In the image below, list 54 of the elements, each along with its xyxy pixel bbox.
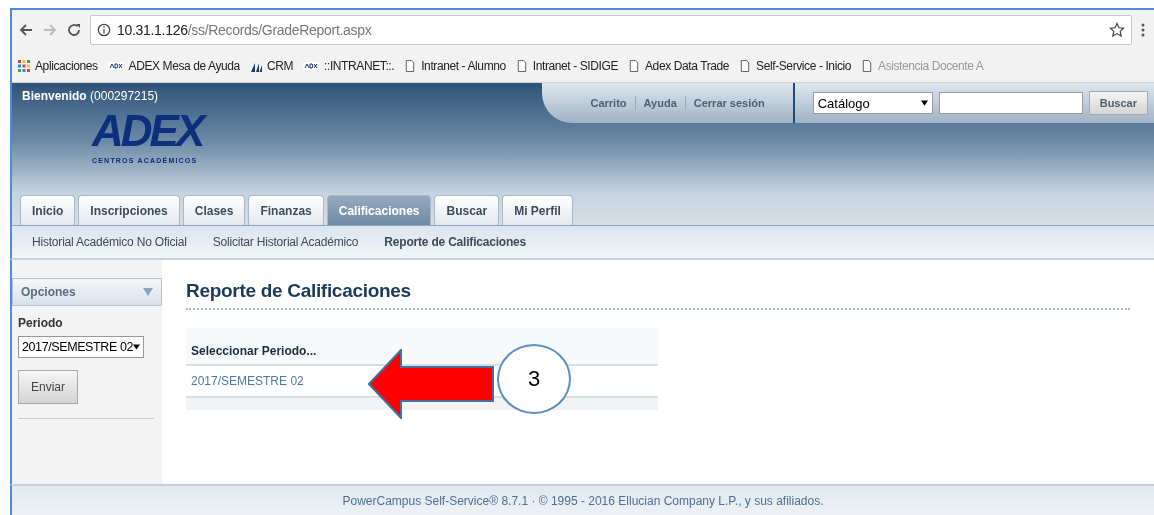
welcome-label: Bienvenido [22,89,87,103]
search-button[interactable]: Buscar [1088,91,1148,115]
reload-icon[interactable] [66,22,82,38]
page-icon [515,60,528,72]
subnav-link[interactable]: Historial Académico No Oficial [32,235,187,249]
subnav-link[interactable]: Solicitar Historial Académico [212,235,359,249]
bookmark-item[interactable]: ADEX Mesa de Ayuda [107,59,240,73]
period-label: Periodo [18,316,63,330]
logo-text: ADEX [92,105,209,157]
header-link[interactable]: Cerrar sesión [685,97,773,109]
nav-tab[interactable]: Buscar [434,195,500,225]
footer-text: PowerCampus Self-Service® 8.7.1 · © 1995 - 2016 Ellucian Company L.P., y sus afiliados. [342,494,824,508]
nav-tab[interactable]: Mi Perfil [502,195,573,225]
page-icon [861,60,874,72]
logo-icon [107,62,124,70]
bookmark-item[interactable]: ::INTRANET::. [303,59,395,73]
page-icon [739,60,752,72]
nav-tab[interactable]: Inicio [20,195,76,225]
address-bar[interactable]: 10.31.1.126/ss/Records/GradeReport.aspx [90,15,1132,45]
dropdown-caret-icon [133,344,140,350]
page-icon [404,60,417,72]
user-id: (000297215) [90,89,159,103]
grid-icon [18,60,30,72]
back-icon[interactable] [18,22,34,38]
header-link[interactable]: Carrito [582,97,635,109]
bookmark-item[interactable]: CRM [249,59,294,73]
bookmark-item[interactable]: Self-Service - Inicio [739,59,852,73]
nav-tab[interactable]: Inscripciones [78,195,180,225]
scope-dropdown[interactable]: Catálogo [812,92,933,114]
header-link[interactable]: Ayuda [635,97,685,109]
period-dropdown[interactable]: 2017/SEMESTRE 02 [18,336,144,358]
url-path: /ss/Records/GradeReport.aspx [187,22,373,38]
page-icon [628,60,640,72]
submit-button[interactable]: Enviar [18,370,78,404]
bookmark-item[interactable]: Intranet - Alumno [404,59,506,73]
info-icon [97,23,111,37]
collapse-caret-icon [143,288,153,296]
period-link[interactable]: 2017/SEMESTRE 02 [191,374,304,388]
subnav-link[interactable]: Reporte de Calificaciones [384,235,527,249]
nav-tab[interactable]: Clases [182,195,246,225]
url-host: 10.31.1.126 [117,22,188,38]
callout-circle: 3 [497,344,571,414]
bookmark-item[interactable]: Intranet - SIDIGE [515,59,618,73]
logo-icon [303,62,320,70]
star-icon[interactable] [1109,22,1125,38]
search-field[interactable] [938,92,1083,114]
table-header: Seleccionar Periodo... [191,344,317,358]
bookmark-item[interactable]: Adex Data Trade [628,59,730,73]
options-header[interactable]: Opciones [12,278,162,306]
menu-icon[interactable] [1140,22,1146,38]
dropdown-caret-icon [920,100,928,106]
bookmark-item[interactable]: Aplicaciones [18,59,98,73]
page-title: Reporte de Calificaciones [186,280,412,302]
nav-tab[interactable]: Finanzas [248,195,324,225]
